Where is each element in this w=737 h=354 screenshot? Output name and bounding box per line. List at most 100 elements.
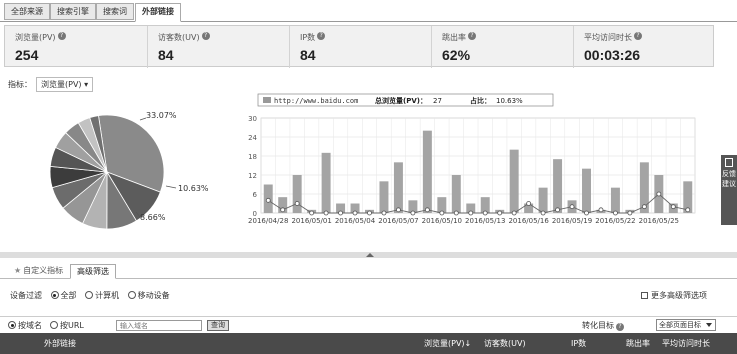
trend-chart: http://www.baidu.com 总浏览量(PV)： 27 占比： 10… (243, 90, 703, 250)
th-pv[interactable]: 浏览量(PV)↓ (424, 338, 471, 349)
chart-line-point (584, 210, 589, 216)
chart-bar (379, 181, 389, 213)
metric-value: 00:03:26 (584, 47, 641, 63)
tab-search-engines[interactable]: 搜索引擎 (50, 3, 96, 20)
x-tick-label: 2016/05/16 (508, 217, 549, 225)
pie-label-3: 8.66% (140, 213, 166, 222)
th-avg-duration[interactable]: 平均访问时长 (662, 338, 710, 349)
chart-line-point (410, 210, 416, 216)
chart-line-point (540, 210, 546, 216)
metric-label: 跳出率 (442, 33, 466, 42)
device-filter-label: 设备过滤 (10, 291, 42, 300)
x-tick-label: 2016/05/10 (422, 217, 462, 225)
query-button[interactable]: 查询 (207, 320, 229, 331)
conversion-goal: 转化目标? (582, 320, 624, 331)
chart-line-point (627, 210, 633, 216)
trend-chart-svg: http://www.baidu.com 总浏览量(PV)： 27 占比： 10… (248, 93, 696, 225)
y-tick-label: 30 (248, 115, 257, 123)
radio-all[interactable] (50, 291, 59, 299)
legend-total-value: 27 (433, 97, 442, 105)
legend-share-label: 占比： (470, 96, 491, 105)
th-ip[interactable]: IP数 (571, 338, 586, 349)
pie-chart: 33.07% 10.63% 8.66% (0, 90, 230, 250)
x-tick-label: 2016/05/13 (465, 217, 505, 225)
tab-search-terms[interactable]: 搜索词 (96, 3, 134, 20)
chart-bar (538, 187, 548, 213)
th-uv[interactable]: 访客数(UV) (484, 338, 526, 349)
tab-external-links[interactable]: 外部链接 (135, 3, 181, 22)
th-bounce[interactable]: 跳出率 (626, 338, 650, 349)
chart-line-point (497, 210, 503, 216)
device-filter: 设备过滤 全部 计算机 移动设备 (10, 290, 170, 301)
y-tick-label: 12 (248, 172, 257, 180)
more-filters-link[interactable]: 更多高级筛选项 (641, 290, 707, 301)
feedback-label: 反馈建议 (722, 170, 736, 188)
metric-label: 访客数(UV) (158, 33, 200, 42)
legend-series: http://www.baidu.com (274, 97, 358, 105)
radio-by-domain[interactable] (8, 321, 16, 329)
chart-line-point (555, 207, 560, 213)
chart-line-point (656, 191, 662, 197)
tab-custom-metrics[interactable]: ★ 自定义指标 (8, 264, 69, 279)
th-pv-label: 浏览量(PV) (424, 339, 465, 348)
metric-value: 84 (300, 47, 316, 63)
x-tick-label: 2016/05/25 (639, 217, 679, 225)
filter-subtabs: ★ 自定义指标 高级筛选 (0, 262, 737, 279)
chart-line-point (338, 210, 343, 216)
help-icon[interactable]: ? (57, 32, 66, 40)
metric-bounce-rate: 跳出率? 62% (431, 26, 573, 68)
x-tick-label: 2016/05/04 (335, 217, 376, 225)
radio-by-url[interactable] (50, 321, 58, 329)
chart-bar (582, 168, 591, 213)
legend-share-value: 10.63% (496, 97, 523, 105)
chart-line-point (352, 210, 358, 216)
metrics-summary: 浏览量(PV)? 254 访客数(UV)? 84 IP数? 84 跳出率? 62… (4, 25, 714, 68)
tab-all-sources[interactable]: 全部来源 (4, 3, 50, 20)
chart-line-point (526, 201, 532, 206)
help-icon[interactable]: ? (634, 32, 642, 40)
chart-bar (292, 175, 302, 213)
domain-search-input[interactable] (116, 320, 202, 331)
y-tick-label: 6 (253, 191, 258, 199)
help-icon[interactable]: ? (468, 32, 476, 40)
metric-uv: 访客数(UV)? 84 (147, 26, 289, 68)
chart-line-point (396, 207, 401, 213)
metric-value: 254 (15, 47, 39, 63)
more-filters-label: 更多高级筛选项 (651, 291, 707, 300)
radio-by-domain-group: 按域名 (8, 320, 42, 331)
table-header: 外部链接 浏览量(PV)↓ 访客数(UV) IP数 跳出率 平均访问时长 (0, 333, 737, 354)
help-icon[interactable]: ? (201, 32, 210, 40)
radio-all-label: 全部 (60, 291, 77, 300)
chart-collapse-bar[interactable] (0, 252, 737, 258)
radio-computer-label: 计算机 (95, 291, 120, 300)
th-external-link[interactable]: 外部链接 (44, 338, 76, 349)
x-tick-label: 2016/05/01 (291, 217, 331, 225)
chart-bar (610, 187, 620, 213)
tab-advanced-filter[interactable]: 高级筛选 (70, 264, 116, 279)
help-icon[interactable]: ? (616, 323, 624, 331)
x-tick-label: 2016/05/19 (552, 217, 592, 225)
collapse-up-icon[interactable] (366, 253, 374, 257)
chart-line-point (381, 210, 387, 216)
chart-line-point (323, 210, 329, 216)
metric-value: 62% (442, 47, 471, 63)
radio-computer[interactable] (85, 291, 94, 299)
indicator-label: 指标： (8, 80, 32, 89)
expand-box-icon (641, 292, 648, 299)
conversion-select[interactable]: 全部页面目标 (656, 319, 716, 331)
chart-bar (321, 152, 331, 213)
chart-line-point (280, 207, 286, 213)
x-tick-label: 2016/05/07 (378, 217, 418, 225)
help-icon[interactable]: ? (317, 32, 326, 40)
chart-bar (393, 162, 403, 213)
metric-label: 平均访问时长 (584, 33, 632, 42)
radio-by-url-label: 按URL (60, 321, 84, 330)
sort-down-icon: ↓ (464, 339, 472, 348)
x-tick-label: 2016/04/28 (248, 217, 288, 225)
radio-by-domain-label: 按域名 (18, 321, 42, 330)
chart-bar (422, 130, 432, 213)
radio-mobile[interactable] (127, 291, 136, 299)
conversion-label: 转化目标 (582, 321, 614, 330)
metric-value: 84 (158, 47, 174, 63)
feedback-tab[interactable]: 反馈建议 (721, 155, 737, 225)
